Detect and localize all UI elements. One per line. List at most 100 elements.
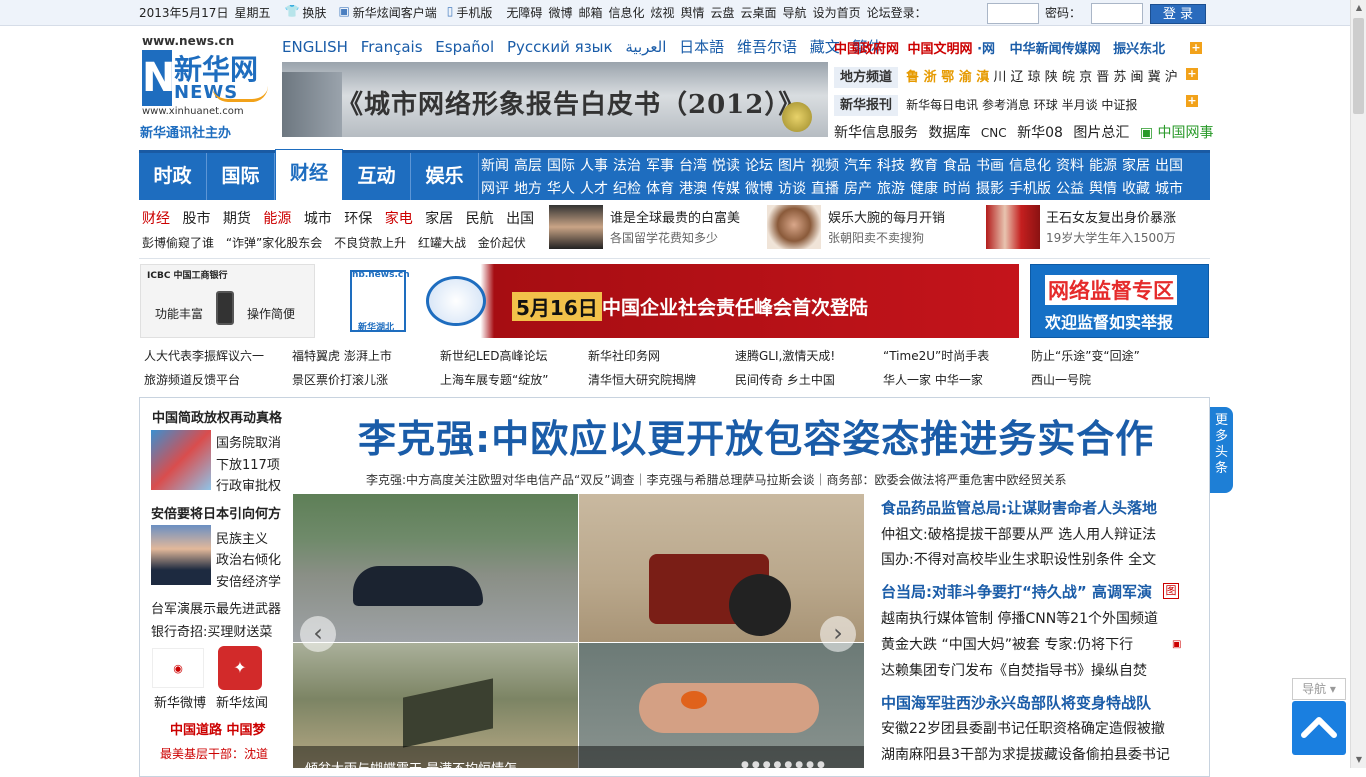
ad-link[interactable]: 民间传奇 乡土中国 — [735, 371, 835, 388]
username-input[interactable] — [987, 3, 1039, 24]
nav-link[interactable]: 地方 — [514, 181, 542, 197]
scroll-up-icon[interactable]: ▲ — [1351, 0, 1366, 16]
nav-link[interactable]: 信息化 — [1009, 158, 1051, 174]
back-to-top-button[interactable] — [1292, 701, 1346, 755]
ad-link[interactable]: “Time2U”时尚手表 — [883, 347, 989, 364]
top-link[interactable]: 邮箱 — [578, 4, 602, 21]
lang-link[interactable]: ENGLISH — [282, 38, 348, 56]
site-logo[interactable]: www.news.cn N 新华网 NEWS www.xinhuanet.com… — [140, 34, 272, 142]
tab-interactive[interactable]: 互动 — [343, 153, 411, 200]
left-item-line[interactable]: 民族主义 — [216, 528, 268, 547]
nav-link[interactable]: 法治 — [613, 158, 641, 174]
ad-link[interactable]: 福特翼虎 澎湃上市 — [292, 347, 392, 364]
news-headline[interactable]: 台当局:对菲斗争要打“持久战” 高调军演 — [881, 581, 1152, 602]
promo-title[interactable]: 王石女友复出身价暴涨 — [1046, 207, 1176, 226]
nav-link[interactable]: 旅游 — [877, 181, 905, 197]
nav-link[interactable]: 书画 — [976, 158, 1004, 174]
xuanwen-icon[interactable]: ✦ — [218, 646, 262, 690]
service-link[interactable]: 中国网事 — [1158, 125, 1214, 141]
tab-entertainment[interactable]: 娱乐 — [411, 153, 479, 200]
portal-link[interactable]: 中国政府网 — [834, 42, 899, 57]
finance-link[interactable]: 出国 — [506, 211, 534, 227]
nav-link[interactable]: 人才 — [580, 181, 608, 197]
service-link[interactable]: 新华信息服务 — [834, 125, 918, 141]
ad-link[interactable]: 速腾GLI,激情天成! — [735, 347, 835, 364]
left-item-line[interactable]: 下放117项 — [216, 454, 280, 473]
nav-link[interactable]: 台湾 — [679, 158, 707, 174]
news-link[interactable]: 越南执行媒体管制 停播CNN等21个外国频道 — [881, 608, 1158, 628]
nav-link[interactable]: 城市 — [1155, 181, 1183, 197]
ad-link[interactable]: 防止“乐途”变“回途” — [1031, 347, 1140, 364]
portal-link[interactable]: 中华新闻传媒网 — [1010, 42, 1101, 57]
nav-link[interactable]: 视频 — [811, 158, 839, 174]
ad-link[interactable]: 新世纪LED高峰论坛 — [440, 347, 548, 364]
lang-link[interactable]: Français — [361, 38, 423, 56]
nav-link[interactable]: 科技 — [877, 158, 905, 174]
tab-international[interactable]: 国际 — [207, 153, 275, 200]
nav-link[interactable]: 华人 — [547, 181, 575, 197]
left-item-line[interactable]: 行政审批权 — [216, 475, 281, 494]
ad-link[interactable]: 清华恒大研究院揭牌 — [588, 371, 696, 388]
nav-link[interactable]: 纪检 — [613, 181, 641, 197]
news-headline[interactable]: 食品药品监管总局:让谋财害命者人头落地 — [881, 497, 1157, 518]
weibo-icon[interactable]: ◉ — [152, 648, 204, 688]
nav-link[interactable]: 图片 — [778, 158, 806, 174]
finance-link[interactable]: 财经 — [142, 211, 170, 227]
finance-link[interactable]: 能源 — [263, 211, 291, 227]
xuanwen-label[interactable]: 新华炫闻 — [216, 692, 268, 711]
supervision-ad[interactable]: 网络监督专区 欢迎监督如实举报 — [1030, 264, 1209, 338]
nav-link[interactable]: 网评 — [481, 181, 509, 197]
nav-link[interactable]: 直播 — [811, 181, 839, 197]
nav-link[interactable]: 房产 — [844, 181, 872, 197]
lang-link[interactable]: 日本語 — [679, 38, 724, 56]
nav-link[interactable]: 国际 — [547, 158, 575, 174]
news-link[interactable]: 国办:不得对高校毕业生求职设性别条件 全文 — [881, 549, 1156, 569]
lang-link[interactable]: Español — [435, 38, 494, 56]
scroll-down-icon[interactable]: ▼ — [1351, 752, 1366, 768]
news-headline[interactable]: 中国海军驻西沙永兴岛部队将变身特战队 — [881, 692, 1151, 713]
client-link[interactable]: 新华炫闻客户端 — [353, 4, 437, 21]
skin-link[interactable]: 换肤 — [302, 4, 326, 21]
slider-dots[interactable]: ●●●●●●●● — [741, 760, 828, 770]
ad-link[interactable]: 西山一号院 — [1031, 371, 1091, 388]
scrollbar-thumb[interactable] — [1353, 18, 1364, 114]
promo-title[interactable]: 谁是全球最贵的白富美 — [610, 207, 740, 226]
nav-link[interactable]: 体育 — [646, 181, 674, 197]
password-input[interactable] — [1091, 3, 1143, 24]
nav-link[interactable]: 军事 — [646, 158, 674, 174]
floating-nav-button[interactable]: 导航 ▾ — [1292, 678, 1346, 700]
local-hot-links[interactable]: 鲁 浙 鄂 渝 滇 — [906, 70, 989, 85]
expand-plus-icon[interactable]: + — [1186, 95, 1198, 107]
left-item-line[interactable]: 政治右倾化 — [216, 549, 281, 568]
main-headline[interactable]: 李克强:中欧应以更开放包容姿态推进务实合作 — [358, 408, 1154, 463]
scrollbar[interactable]: ▲ ▼ — [1350, 0, 1366, 768]
news-link[interactable]: 达赖集团专门发布《自焚指导书》操纵自焚 — [881, 660, 1147, 680]
slider-next-button[interactable]: › — [820, 616, 856, 652]
nav-link[interactable]: 时尚 — [943, 181, 971, 197]
more-headlines-tab[interactable]: 更 多 头 条 — [1210, 407, 1233, 493]
slider-prev-button[interactable]: ‹ — [300, 616, 336, 652]
weibo-label[interactable]: 新华微博 — [154, 692, 206, 711]
finance-link[interactable]: 环保 — [344, 211, 372, 227]
slider-photo-tractor[interactable] — [579, 494, 864, 642]
finance-link[interactable]: 期货 — [223, 211, 251, 227]
whitepaper-banner[interactable]: 《城市网络形象报告白皮书（2012）》 — [282, 62, 828, 137]
promo-sub[interactable]: 张朝阳卖不卖搜狗 — [828, 229, 924, 246]
promo-thumb-3[interactable] — [986, 205, 1040, 249]
portal-link[interactable]: ·网 — [977, 42, 995, 57]
lang-link[interactable]: 维吾尔语 — [737, 38, 797, 56]
top-link[interactable]: 设为首页 — [813, 4, 861, 21]
tab-politics[interactable]: 时政 — [139, 153, 207, 200]
news-link[interactable]: 湖南麻阳县3干部为求提拔藏设备偷拍县委书记 — [881, 744, 1170, 764]
mobile-link[interactable]: 手机版 — [456, 4, 492, 21]
promo-thumb-1[interactable] — [549, 205, 603, 249]
nav-link[interactable]: 手机版 — [1009, 181, 1051, 197]
login-button[interactable]: 登 录 — [1150, 4, 1206, 24]
finance-news-link[interactable]: “诈弹”家化股东会 — [226, 236, 322, 250]
grassroots-link[interactable]: 最美基层干部：沈道 — [160, 745, 268, 762]
ad-link[interactable]: 新华社印务网 — [588, 347, 660, 364]
nav-link[interactable]: 资料 — [1056, 158, 1084, 174]
ad-link[interactable]: 上海车展专题“绽放” — [440, 371, 548, 388]
service-link[interactable]: 数据库 — [928, 125, 970, 141]
finance-link[interactable]: 股市 — [182, 211, 210, 227]
